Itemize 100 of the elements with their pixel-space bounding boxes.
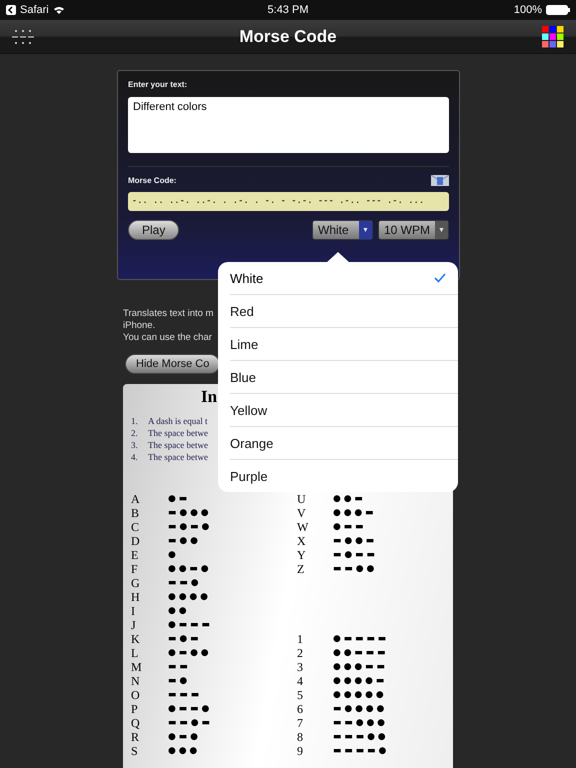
- list-text: A dash is equal t: [148, 415, 208, 427]
- description-line: iPhone.: [123, 320, 156, 332]
- color-option[interactable]: Red: [230, 295, 458, 328]
- morse-pattern: ▬ ▬ ● ● ●: [333, 717, 386, 730]
- hide-morse-code-button[interactable]: Hide Morse Co: [125, 354, 220, 374]
- morse-character: J: [131, 618, 137, 632]
- morse-pattern: ▬ ● ●: [168, 535, 199, 548]
- morse-character: E: [131, 548, 140, 562]
- morse-pattern: ● ● ●: [168, 745, 198, 758]
- morse-character: 9: [297, 744, 304, 758]
- morse-pattern: ●: [168, 549, 177, 562]
- morse-pattern: ● ▬ ●: [168, 731, 199, 744]
- morse-character: X: [297, 534, 307, 548]
- morse-character: U: [297, 492, 307, 506]
- description-line: You can use the char: [123, 332, 212, 344]
- intro-heading: In: [200, 387, 218, 407]
- morse-pattern: ▬ ▬ ●: [168, 577, 200, 590]
- morse-pattern: ▬ ▬: [168, 661, 189, 674]
- morse-character: Q: [131, 716, 141, 730]
- clock: 5:43 PM: [268, 4, 308, 16]
- morse-character: R: [131, 730, 140, 744]
- play-button[interactable]: Play: [128, 220, 180, 240]
- color-option[interactable]: Lime: [230, 328, 458, 361]
- morse-character: 3: [297, 660, 304, 674]
- morse-character: 8: [297, 730, 304, 744]
- morse-pattern: ● ● ● ▬: [333, 507, 375, 520]
- color-option[interactable]: Orange: [230, 427, 458, 460]
- morse-character: W: [297, 520, 310, 534]
- morse-character: G: [131, 576, 141, 590]
- list-number: 3.: [131, 439, 139, 451]
- morse-pattern: ▬ ● ● ▬: [333, 535, 376, 548]
- list-number: 1.: [131, 415, 139, 427]
- color-grid-icon[interactable]: [542, 26, 564, 48]
- morse-pattern: ● ● ● ● ▬: [333, 675, 386, 688]
- morse-pattern: ▬ ▬ ▬ ● ●: [333, 731, 387, 744]
- output-label: Morse Code:: [128, 176, 176, 185]
- morse-character: Z: [297, 562, 306, 576]
- morse-pattern: ● ▬: [168, 493, 188, 506]
- morse-pattern: ● ▬ ▬ ▬ ▬: [333, 633, 388, 646]
- color-option[interactable]: Yellow: [230, 394, 458, 427]
- email-icon[interactable]: [431, 175, 449, 186]
- morse-character: N: [131, 674, 141, 688]
- color-option[interactable]: Blue: [230, 361, 458, 394]
- morse-character: 1: [297, 632, 304, 646]
- morse-character: H: [131, 590, 141, 604]
- list-text: The space betwe: [148, 451, 208, 463]
- morse-pattern: ▬ ▬ ● ▬: [168, 717, 211, 730]
- morse-pattern: ▬ ● ● ● ●: [333, 703, 386, 716]
- morse-output-field: -.. .. ..-. ..-. . .-. . -. - -.-. --- .-.. --- .-. ...: [128, 192, 449, 211]
- morse-pattern: ● ● ▬: [333, 493, 364, 506]
- input-label: Enter your text:: [128, 80, 188, 89]
- morse-character: 2: [297, 646, 304, 660]
- morse-character: 4: [297, 674, 304, 688]
- morse-pattern: ▬ ▬ ▬: [168, 689, 200, 702]
- morse-character: P: [131, 702, 139, 716]
- battery-icon: [546, 5, 570, 15]
- morse-pattern: ● ● ● ▬ ▬: [333, 661, 386, 674]
- battery-percent: 100%: [514, 4, 542, 16]
- morse-character: 7: [297, 716, 304, 730]
- morse-character: V: [297, 506, 307, 520]
- morse-character: D: [131, 534, 141, 548]
- list-number: 4.: [131, 451, 139, 463]
- morse-pattern: ● ▬ ▬ ●: [168, 703, 210, 716]
- morse-character: L: [131, 646, 140, 660]
- color-option[interactable]: White: [230, 262, 458, 295]
- morse-pattern: ▬ ▬ ▬ ▬ ●: [333, 745, 388, 758]
- menu-icon[interactable]: [12, 28, 34, 44]
- morse-character: 5: [297, 688, 304, 702]
- morse-character: 6: [297, 702, 304, 716]
- morse-character: A: [131, 492, 141, 506]
- back-icon[interactable]: [6, 5, 16, 15]
- morse-pattern: ▬ ● ▬ ▬: [333, 549, 376, 562]
- morse-pattern: ▬ ●: [168, 675, 188, 688]
- morse-character: Y: [297, 548, 307, 562]
- text-input-field[interactable]: Different colors: [128, 97, 449, 153]
- morse-character: O: [131, 688, 141, 702]
- morse-character: S: [131, 744, 139, 758]
- morse-character: I: [131, 604, 136, 618]
- list-number: 2.: [131, 427, 139, 439]
- morse-pattern: ● ● ● ●: [168, 591, 209, 604]
- morse-pattern: ▬ ● ▬: [168, 633, 200, 646]
- back-app-label[interactable]: Safari: [20, 4, 49, 16]
- morse-pattern: ● ● ▬ ●: [168, 563, 210, 576]
- morse-pattern: ● ▬ ● ●: [168, 647, 210, 660]
- color-option[interactable]: Purple: [230, 460, 458, 492]
- morse-character: F: [131, 562, 139, 576]
- morse-character: M: [131, 660, 143, 674]
- morse-pattern: ▬ ▬ ● ●: [333, 563, 376, 576]
- wifi-icon: [52, 6, 65, 14]
- morse-pattern: ▬ ● ● ●: [168, 507, 210, 520]
- morse-pattern: ● ●: [168, 605, 188, 618]
- checkmark-icon: [434, 273, 446, 283]
- morse-pattern: ● ● ▬ ▬ ▬: [333, 647, 387, 660]
- morse-character: C: [131, 520, 140, 534]
- list-text: The space betwe: [148, 427, 208, 439]
- description-line: Translates text into m: [123, 308, 214, 320]
- morse-pattern: ▬ ● ▬ ●: [168, 521, 210, 534]
- list-text: The space betwe: [148, 439, 208, 451]
- morse-pattern: ● ● ● ● ●: [333, 689, 385, 702]
- morse-pattern: ● ▬ ▬ ▬: [168, 619, 211, 632]
